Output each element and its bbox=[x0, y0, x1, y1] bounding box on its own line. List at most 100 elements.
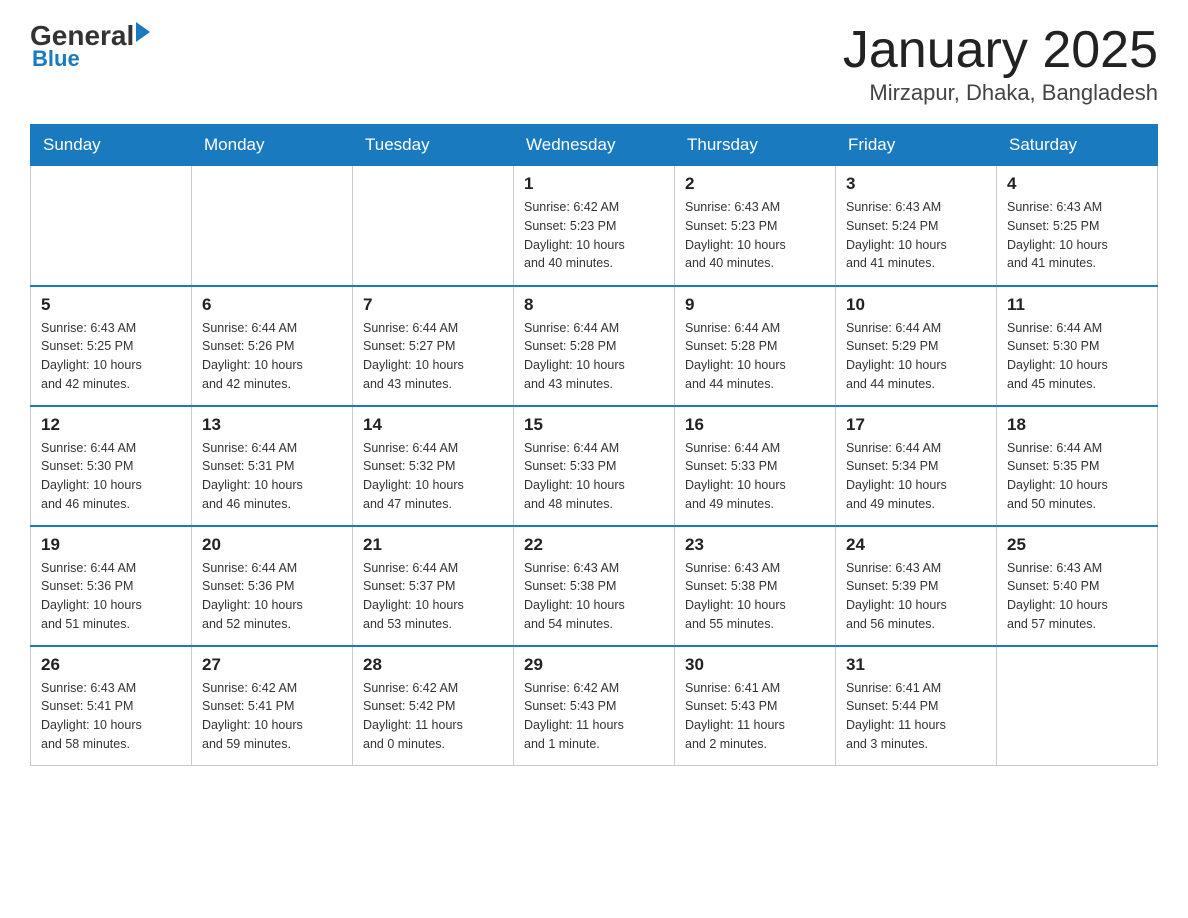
day-info: Sunrise: 6:42 AM Sunset: 5:42 PM Dayligh… bbox=[363, 679, 503, 754]
day-number: 23 bbox=[685, 535, 825, 555]
day-info: Sunrise: 6:43 AM Sunset: 5:38 PM Dayligh… bbox=[524, 559, 664, 634]
calendar-cell bbox=[192, 166, 353, 286]
calendar-cell: 7 Sunrise: 6:44 AM Sunset: 5:27 PM Daylig… bbox=[353, 286, 514, 406]
day-info: Sunrise: 6:44 AM Sunset: 5:29 PM Dayligh… bbox=[846, 319, 986, 394]
day-number: 5 bbox=[41, 295, 181, 315]
day-info: Sunrise: 6:44 AM Sunset: 5:32 PM Dayligh… bbox=[363, 439, 503, 514]
day-number: 12 bbox=[41, 415, 181, 435]
day-info: Sunrise: 6:43 AM Sunset: 5:38 PM Dayligh… bbox=[685, 559, 825, 634]
day-info: Sunrise: 6:44 AM Sunset: 5:30 PM Dayligh… bbox=[41, 439, 181, 514]
day-info: Sunrise: 6:43 AM Sunset: 5:39 PM Dayligh… bbox=[846, 559, 986, 634]
calendar-cell: 5 Sunrise: 6:43 AM Sunset: 5:25 PM Daylig… bbox=[31, 286, 192, 406]
day-number: 25 bbox=[1007, 535, 1147, 555]
day-info: Sunrise: 6:42 AM Sunset: 5:41 PM Dayligh… bbox=[202, 679, 342, 754]
calendar-cell: 20 Sunrise: 6:44 AM Sunset: 5:36 PM Dayli… bbox=[192, 526, 353, 646]
day-number: 17 bbox=[846, 415, 986, 435]
day-number: 10 bbox=[846, 295, 986, 315]
day-info: Sunrise: 6:44 AM Sunset: 5:26 PM Dayligh… bbox=[202, 319, 342, 394]
calendar-cell: 16Sunrise: 6:44 AM Sunset: 5:33 PM Dayli… bbox=[675, 406, 836, 526]
calendar-cell: 6 Sunrise: 6:44 AM Sunset: 5:26 PM Daylig… bbox=[192, 286, 353, 406]
calendar-cell: 25 Sunrise: 6:43 AM Sunset: 5:40 PM Dayli… bbox=[997, 526, 1158, 646]
weekday-header-saturday: Saturday bbox=[997, 125, 1158, 166]
month-title: January 2025 bbox=[843, 20, 1158, 80]
calendar-cell: 26Sunrise: 6:43 AM Sunset: 5:41 PM Dayli… bbox=[31, 646, 192, 766]
day-info: Sunrise: 6:44 AM Sunset: 5:36 PM Dayligh… bbox=[41, 559, 181, 634]
day-info: Sunrise: 6:43 AM Sunset: 5:40 PM Dayligh… bbox=[1007, 559, 1147, 634]
day-number: 1 bbox=[524, 174, 664, 194]
day-number: 22 bbox=[524, 535, 664, 555]
calendar-cell: 29 Sunrise: 6:42 AM Sunset: 5:43 PM Dayli… bbox=[514, 646, 675, 766]
calendar-cell: 23 Sunrise: 6:43 AM Sunset: 5:38 PM Dayli… bbox=[675, 526, 836, 646]
day-number: 20 bbox=[202, 535, 342, 555]
weekday-header-monday: Monday bbox=[192, 125, 353, 166]
day-info: Sunrise: 6:44 AM Sunset: 5:27 PM Dayligh… bbox=[363, 319, 503, 394]
day-number: 3 bbox=[846, 174, 986, 194]
day-info: Sunrise: 6:43 AM Sunset: 5:25 PM Dayligh… bbox=[1007, 198, 1147, 273]
day-number: 27 bbox=[202, 655, 342, 675]
weekday-header-row: SundayMondayTuesdayWednesdayThursdayFrid… bbox=[31, 125, 1158, 166]
calendar-cell: 8Sunrise: 6:44 AM Sunset: 5:28 PM Daylig… bbox=[514, 286, 675, 406]
calendar-cell: 13 Sunrise: 6:44 AM Sunset: 5:31 PM Dayli… bbox=[192, 406, 353, 526]
calendar-cell: 17 Sunrise: 6:44 AM Sunset: 5:34 PM Dayli… bbox=[836, 406, 997, 526]
day-number: 30 bbox=[685, 655, 825, 675]
day-info: Sunrise: 6:41 AM Sunset: 5:44 PM Dayligh… bbox=[846, 679, 986, 754]
weekday-header-tuesday: Tuesday bbox=[353, 125, 514, 166]
day-info: Sunrise: 6:44 AM Sunset: 5:30 PM Dayligh… bbox=[1007, 319, 1147, 394]
weekday-header-wednesday: Wednesday bbox=[514, 125, 675, 166]
weekday-header-thursday: Thursday bbox=[675, 125, 836, 166]
title-section: January 2025 Mirzapur, Dhaka, Bangladesh bbox=[843, 20, 1158, 106]
calendar-cell bbox=[31, 166, 192, 286]
calendar-cell: 9 Sunrise: 6:44 AM Sunset: 5:28 PM Daylig… bbox=[675, 286, 836, 406]
day-number: 8 bbox=[524, 295, 664, 315]
day-number: 11 bbox=[1007, 295, 1147, 315]
calendar-cell: 27 Sunrise: 6:42 AM Sunset: 5:41 PM Dayli… bbox=[192, 646, 353, 766]
day-number: 28 bbox=[363, 655, 503, 675]
day-info: Sunrise: 6:43 AM Sunset: 5:25 PM Dayligh… bbox=[41, 319, 181, 394]
day-number: 24 bbox=[846, 535, 986, 555]
day-number: 6 bbox=[202, 295, 342, 315]
calendar-cell: 18 Sunrise: 6:44 AM Sunset: 5:35 PM Dayli… bbox=[997, 406, 1158, 526]
calendar-cell: 12 Sunrise: 6:44 AM Sunset: 5:30 PM Dayli… bbox=[31, 406, 192, 526]
calendar-cell: 1 Sunrise: 6:42 AM Sunset: 5:23 PM Daylig… bbox=[514, 166, 675, 286]
day-number: 13 bbox=[202, 415, 342, 435]
day-info: Sunrise: 6:44 AM Sunset: 5:34 PM Dayligh… bbox=[846, 439, 986, 514]
weekday-header-friday: Friday bbox=[836, 125, 997, 166]
calendar-table: SundayMondayTuesdayWednesdayThursdayFrid… bbox=[30, 124, 1158, 766]
day-number: 18 bbox=[1007, 415, 1147, 435]
page-header: General Blue January 2025 Mirzapur, Dhak… bbox=[30, 20, 1158, 106]
day-info: Sunrise: 6:44 AM Sunset: 5:28 PM Dayligh… bbox=[685, 319, 825, 394]
day-number: 31 bbox=[846, 655, 986, 675]
calendar-cell bbox=[997, 646, 1158, 766]
calendar-cell: 19Sunrise: 6:44 AM Sunset: 5:36 PM Dayli… bbox=[31, 526, 192, 646]
calendar-cell: 24 Sunrise: 6:43 AM Sunset: 5:39 PM Dayli… bbox=[836, 526, 997, 646]
calendar-cell: 30Sunrise: 6:41 AM Sunset: 5:43 PM Dayli… bbox=[675, 646, 836, 766]
logo-triangle-icon bbox=[136, 22, 150, 42]
day-number: 9 bbox=[685, 295, 825, 315]
calendar-cell: 31 Sunrise: 6:41 AM Sunset: 5:44 PM Dayli… bbox=[836, 646, 997, 766]
day-info: Sunrise: 6:43 AM Sunset: 5:23 PM Dayligh… bbox=[685, 198, 825, 273]
day-info: Sunrise: 6:42 AM Sunset: 5:43 PM Dayligh… bbox=[524, 679, 664, 754]
day-info: Sunrise: 6:42 AM Sunset: 5:23 PM Dayligh… bbox=[524, 198, 664, 273]
day-number: 2 bbox=[685, 174, 825, 194]
day-number: 29 bbox=[524, 655, 664, 675]
day-info: Sunrise: 6:44 AM Sunset: 5:33 PM Dayligh… bbox=[685, 439, 825, 514]
day-info: Sunrise: 6:43 AM Sunset: 5:24 PM Dayligh… bbox=[846, 198, 986, 273]
day-info: Sunrise: 6:44 AM Sunset: 5:35 PM Dayligh… bbox=[1007, 439, 1147, 514]
day-number: 14 bbox=[363, 415, 503, 435]
calendar-cell: 2 Sunrise: 6:43 AM Sunset: 5:23 PM Daylig… bbox=[675, 166, 836, 286]
day-number: 7 bbox=[363, 295, 503, 315]
day-info: Sunrise: 6:44 AM Sunset: 5:36 PM Dayligh… bbox=[202, 559, 342, 634]
calendar-cell: 10 Sunrise: 6:44 AM Sunset: 5:29 PM Dayli… bbox=[836, 286, 997, 406]
calendar-week-row: 19Sunrise: 6:44 AM Sunset: 5:36 PM Dayli… bbox=[31, 526, 1158, 646]
calendar-cell: 3 Sunrise: 6:43 AM Sunset: 5:24 PM Daylig… bbox=[836, 166, 997, 286]
calendar-cell: 28 Sunrise: 6:42 AM Sunset: 5:42 PM Dayli… bbox=[353, 646, 514, 766]
calendar-week-row: 12 Sunrise: 6:44 AM Sunset: 5:30 PM Dayli… bbox=[31, 406, 1158, 526]
day-number: 26 bbox=[41, 655, 181, 675]
logo: General Blue bbox=[30, 20, 150, 72]
calendar-cell: 21Sunrise: 6:44 AM Sunset: 5:37 PM Dayli… bbox=[353, 526, 514, 646]
day-number: 15 bbox=[524, 415, 664, 435]
location: Mirzapur, Dhaka, Bangladesh bbox=[843, 80, 1158, 106]
weekday-header-sunday: Sunday bbox=[31, 125, 192, 166]
calendar-week-row: 5 Sunrise: 6:43 AM Sunset: 5:25 PM Daylig… bbox=[31, 286, 1158, 406]
day-info: Sunrise: 6:44 AM Sunset: 5:31 PM Dayligh… bbox=[202, 439, 342, 514]
